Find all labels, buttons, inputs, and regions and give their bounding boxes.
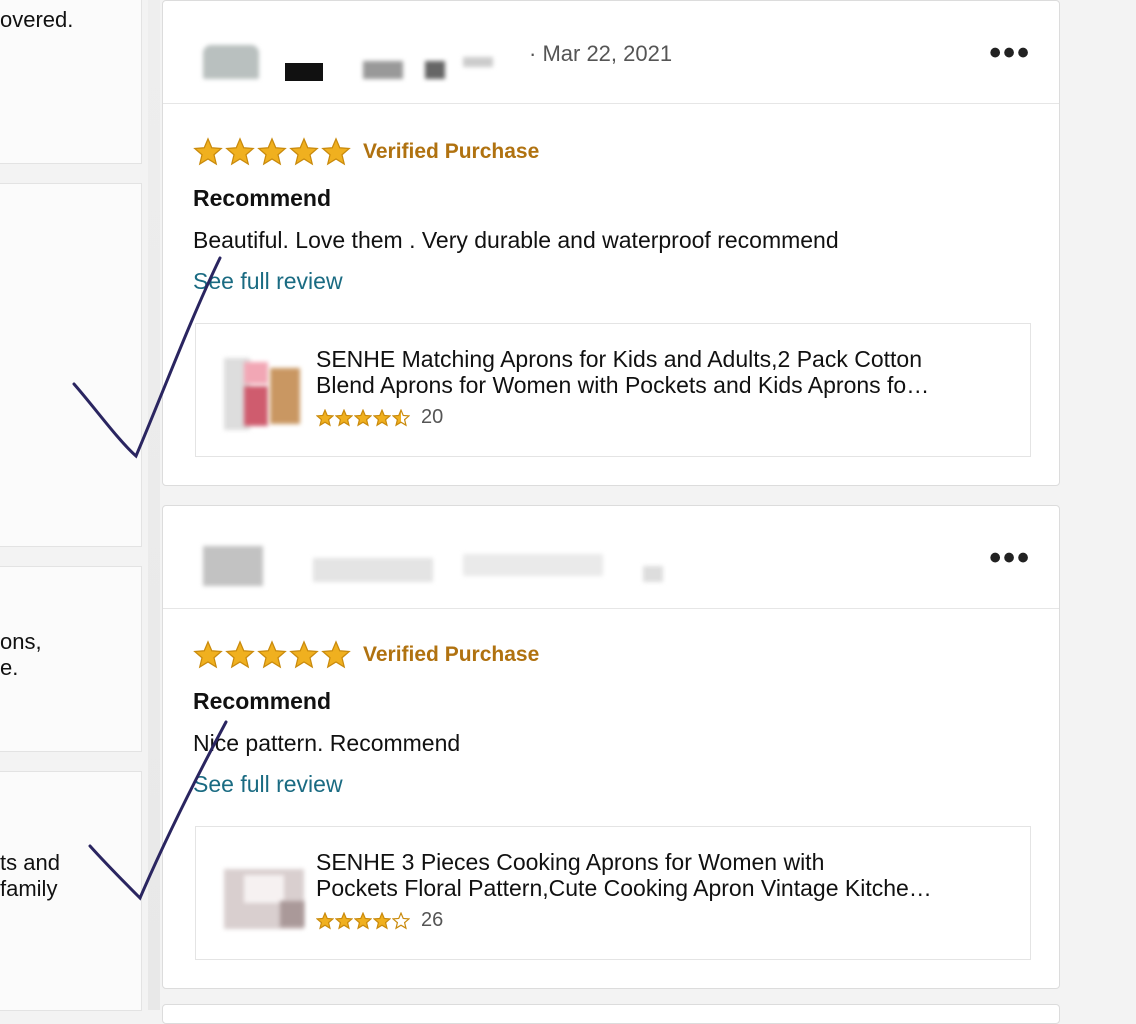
review-date: · Mar 22, 2021 bbox=[529, 41, 673, 66]
verified-badge: Verified Purchase bbox=[363, 643, 540, 666]
product-title-line2: Blend Aprons for Women with Pockets and … bbox=[316, 372, 930, 398]
star-icons bbox=[193, 137, 353, 167]
review-title: Recommend bbox=[193, 688, 332, 714]
star-rating: Verified Purchase bbox=[193, 137, 539, 167]
star-full-icon bbox=[225, 137, 255, 166]
star-full-icon bbox=[316, 911, 334, 929]
review-card: · Mar 22, 2021 ••• Verified Purchase Rec… bbox=[162, 0, 1060, 486]
star-full-icon bbox=[321, 640, 351, 669]
star-full-icon bbox=[321, 137, 351, 166]
product-rating: 26 bbox=[316, 909, 443, 932]
star-full-icon bbox=[289, 137, 319, 166]
left-card-2 bbox=[0, 183, 142, 547]
star-full-icon bbox=[289, 640, 319, 669]
review-title: Recommend bbox=[193, 185, 332, 211]
star-half-icon bbox=[392, 408, 410, 426]
star-full-icon bbox=[225, 640, 255, 669]
verified-badge: Verified Purchase bbox=[363, 140, 540, 163]
left-card-1: overed. bbox=[0, 0, 142, 164]
rating-count[interactable]: 26 bbox=[421, 909, 443, 932]
product-rating: 20 bbox=[316, 406, 443, 429]
rating-count[interactable]: 20 bbox=[421, 406, 443, 429]
star-full-icon bbox=[193, 640, 223, 669]
more-dots-icon[interactable]: ••• bbox=[989, 541, 1031, 575]
more-dots-icon[interactable]: ••• bbox=[989, 36, 1031, 70]
star-full-icon bbox=[373, 408, 391, 426]
product-thumbnail[interactable] bbox=[224, 861, 304, 933]
review-card-partial bbox=[162, 1004, 1060, 1024]
product-title[interactable]: SENHE Matching Aprons for Kids and Adult… bbox=[316, 346, 1016, 398]
star-full-icon bbox=[354, 408, 372, 426]
review-body: Beautiful. Love them . Very durable and … bbox=[193, 227, 839, 253]
left-card-4: ts and family bbox=[0, 771, 142, 1011]
avatar[interactable] bbox=[203, 546, 263, 586]
column-divider bbox=[148, 0, 160, 1010]
star-full-icon bbox=[193, 137, 223, 166]
see-full-review-link[interactable]: See full review bbox=[193, 268, 343, 295]
left-snippet-3: ts and family bbox=[0, 850, 60, 901]
product-star-icons bbox=[316, 911, 411, 930]
redacted-name bbox=[285, 63, 323, 81]
star-icons bbox=[193, 640, 353, 670]
star-full-icon bbox=[257, 137, 287, 166]
star-full-icon bbox=[335, 408, 353, 426]
review-header: · Mar 22, 2021 ••• bbox=[163, 1, 1059, 104]
star-full-icon bbox=[335, 911, 353, 929]
left-card-3: ons, e. bbox=[0, 566, 142, 752]
redacted-name bbox=[313, 558, 433, 582]
product-thumbnail[interactable] bbox=[224, 358, 304, 430]
product-card[interactable]: SENHE 3 Pieces Cooking Aprons for Women … bbox=[195, 826, 1031, 960]
star-empty-icon bbox=[392, 911, 410, 929]
star-rating: Verified Purchase bbox=[193, 640, 539, 670]
product-card[interactable]: SENHE Matching Aprons for Kids and Adult… bbox=[195, 323, 1031, 457]
star-full-icon bbox=[354, 911, 372, 929]
product-title-line2: Pockets Floral Pattern,Cute Cooking Apro… bbox=[316, 875, 932, 901]
star-full-icon bbox=[316, 408, 334, 426]
star-full-icon bbox=[257, 640, 287, 669]
see-full-review-link[interactable]: See full review bbox=[193, 771, 343, 798]
review-header: ••• bbox=[163, 506, 1059, 609]
star-full-icon bbox=[373, 911, 391, 929]
left-snippet-1: overed. bbox=[0, 7, 74, 32]
product-star-icons bbox=[316, 408, 411, 427]
product-title[interactable]: SENHE 3 Pieces Cooking Aprons for Women … bbox=[316, 849, 1016, 901]
product-title-line1: SENHE 3 Pieces Cooking Aprons for Women … bbox=[316, 849, 825, 875]
left-snippet-2: ons, e. bbox=[0, 629, 42, 680]
review-card: ••• Verified Purchase Recommend Nice pat… bbox=[162, 505, 1060, 989]
review-body: Nice pattern. Recommend bbox=[193, 730, 461, 756]
avatar[interactable] bbox=[203, 41, 263, 81]
product-title-line1: SENHE Matching Aprons for Kids and Adult… bbox=[316, 346, 922, 372]
